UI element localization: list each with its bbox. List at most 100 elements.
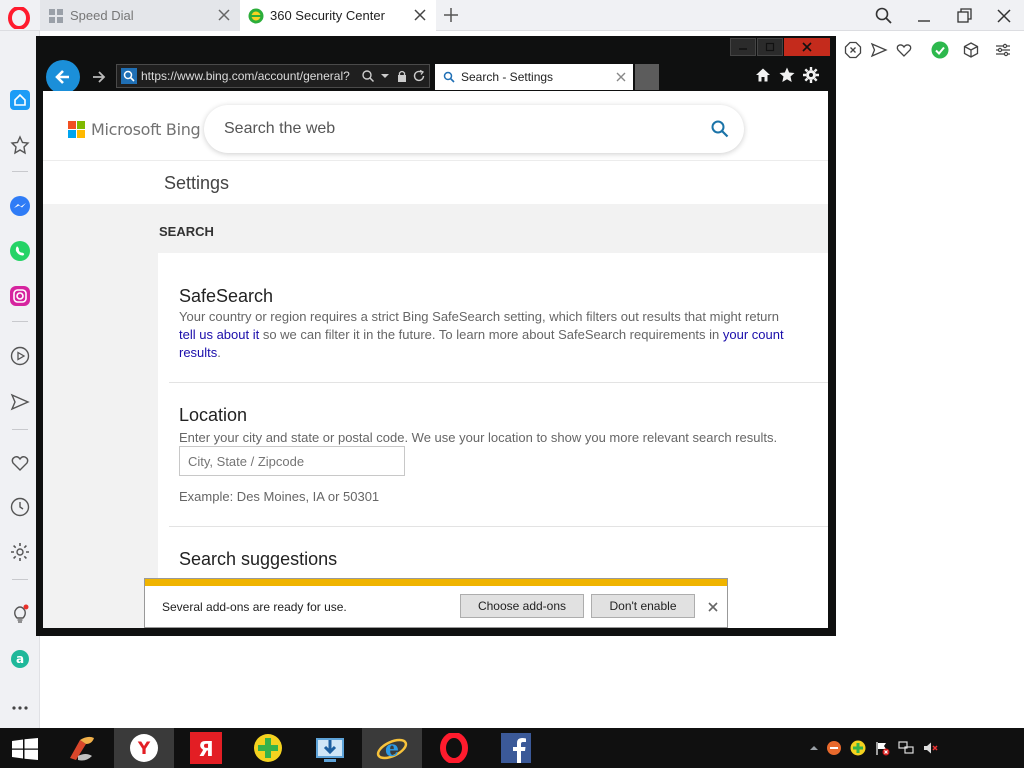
location-description: Enter your city and state or postal code… xyxy=(179,430,778,445)
tell-us-link[interactable]: tell us about it xyxy=(179,327,259,342)
history-clock-icon[interactable] xyxy=(9,496,31,518)
taskbar-downloader[interactable] xyxy=(300,728,360,768)
tab-360-security-center[interactable]: 360 Security Center xyxy=(240,0,436,31)
messenger-icon[interactable] xyxy=(9,195,31,217)
close-icon[interactable] xyxy=(707,601,719,613)
internet-explorer-icon: e xyxy=(376,736,408,762)
close-window-icon[interactable] xyxy=(994,6,1014,26)
favorites-star-icon[interactable] xyxy=(778,66,796,84)
logo-text: Microsoft Bing xyxy=(91,120,201,139)
lightbulb-icon[interactable] xyxy=(9,603,31,625)
360-security-icon xyxy=(254,734,282,762)
heart-pinboard-icon[interactable] xyxy=(9,452,31,474)
action-center-flag-icon[interactable] xyxy=(874,740,890,756)
tray-360-icon[interactable] xyxy=(850,740,866,756)
taskbar-opera[interactable] xyxy=(424,728,484,768)
opera-logo-icon[interactable] xyxy=(8,7,30,29)
sidebar-divider xyxy=(12,171,28,172)
results-link[interactable]: results xyxy=(179,345,217,360)
cube-extension-icon[interactable] xyxy=(962,41,980,59)
safesearch-line1: Your country or region requires a strict… xyxy=(179,309,779,324)
taskbar-360-security[interactable] xyxy=(238,728,298,768)
green-check-icon[interactable] xyxy=(931,41,949,59)
ie-toolbar-icons xyxy=(754,66,820,84)
lock-icon[interactable] xyxy=(395,69,409,83)
refresh-icon[interactable] xyxy=(412,69,426,83)
svg-text:Y: Y xyxy=(137,739,151,759)
search-icon[interactable] xyxy=(361,69,375,83)
new-tab-plus-icon[interactable] xyxy=(442,6,460,24)
ie-tab-search-settings[interactable]: Search - Settings xyxy=(435,64,633,90)
minimize-icon[interactable] xyxy=(914,6,934,26)
dropdown-icon[interactable] xyxy=(378,69,392,83)
send-icon[interactable] xyxy=(870,41,888,59)
location-input[interactable] xyxy=(179,446,405,476)
search-icon[interactable] xyxy=(710,119,730,139)
close-tab-icon[interactable] xyxy=(615,71,627,83)
tab-speed-dial[interactable]: Speed Dial xyxy=(40,0,240,31)
player-icon[interactable] xyxy=(9,345,31,367)
volume-muted-icon[interactable] xyxy=(922,740,938,756)
taskbar-internet-explorer[interactable]: e xyxy=(362,728,422,768)
more-dots-icon[interactable] xyxy=(9,697,31,719)
minimize-icon xyxy=(739,48,747,50)
adblock-icon[interactable] xyxy=(844,41,862,59)
search-suggestions-title: Search suggestions xyxy=(179,549,338,569)
close-tab-icon[interactable] xyxy=(216,7,232,23)
tools-gear-icon[interactable] xyxy=(802,66,820,84)
bookmarks-star-icon[interactable] xyxy=(9,134,31,156)
tray-stop-icon[interactable] xyxy=(826,740,842,756)
address-url[interactable]: https://www.bing.com/account/general? xyxy=(141,69,361,83)
extensions-bar xyxy=(836,31,1024,69)
svg-text:Я: Я xyxy=(198,737,213,761)
send-flow-icon[interactable] xyxy=(9,391,31,413)
notification-message: Several add-ons are ready for use. xyxy=(162,600,347,614)
addons-notification-bar: Several add-ons are ready for use. Choos… xyxy=(144,578,728,628)
home-icon[interactable] xyxy=(754,66,772,84)
svg-text:e: e xyxy=(385,736,399,762)
taskbar-ccleaner[interactable] xyxy=(52,728,112,768)
restore-icon[interactable] xyxy=(954,6,974,26)
search-input[interactable] xyxy=(224,105,684,153)
choose-addons-button[interactable]: Choose add-ons xyxy=(460,594,584,618)
search-icon xyxy=(443,71,455,83)
taskbar-facebook[interactable] xyxy=(486,728,546,768)
heart-icon[interactable] xyxy=(895,41,913,59)
sidebar-divider xyxy=(12,579,28,580)
windows-taskbar: Y Я e xyxy=(0,728,1024,768)
dont-enable-button[interactable]: Don't enable xyxy=(591,594,695,618)
show-hidden-icons-icon[interactable] xyxy=(806,740,822,756)
yandex-browser-icon: Y xyxy=(130,734,158,762)
home-icon[interactable] xyxy=(9,89,31,111)
ccleaner-icon xyxy=(70,736,94,761)
ie-maximize-button[interactable] xyxy=(757,38,783,56)
back-button[interactable] xyxy=(46,60,80,94)
tab-title: Speed Dial xyxy=(70,8,134,23)
whatsapp-icon[interactable] xyxy=(9,240,31,262)
taskbar-yandex-browser[interactable]: Y xyxy=(114,728,174,768)
settings-bar: Settings xyxy=(43,162,828,204)
taskbar-yandex[interactable]: Я xyxy=(176,728,236,768)
ie-minimize-button[interactable] xyxy=(730,38,756,56)
settings-gear-icon[interactable] xyxy=(9,541,31,563)
page-viewport: Microsoft Bing Settings SEARCH SafeSearc… xyxy=(43,91,828,628)
search-tabs-icon[interactable] xyxy=(874,6,894,26)
your-country-link[interactable]: your count xyxy=(723,327,784,342)
bing-logo[interactable]: Microsoft Bing xyxy=(68,120,201,139)
windows-start-icon[interactable] xyxy=(12,738,38,760)
forward-arrow-icon[interactable] xyxy=(90,68,108,86)
ie-caption-buttons xyxy=(730,38,831,58)
close-tab-icon[interactable] xyxy=(412,7,428,23)
instagram-icon[interactable] xyxy=(9,285,31,307)
search-settings-card: SafeSearch Your country or region requir… xyxy=(158,253,828,628)
maximize-icon xyxy=(765,42,775,52)
aria-icon[interactable]: a xyxy=(9,648,31,670)
ie-new-tab-button[interactable] xyxy=(635,64,659,90)
easy-setup-icon[interactable] xyxy=(994,41,1012,59)
ie-close-button[interactable] xyxy=(784,38,830,56)
bing-search-box xyxy=(204,105,744,153)
address-bar[interactable]: https://www.bing.com/account/general? xyxy=(116,64,430,88)
ie-navigation-bar: https://www.bing.com/account/general? Se… xyxy=(36,58,836,94)
settings-body: SEARCH SafeSearch Your country or region… xyxy=(43,204,828,628)
network-icon[interactable] xyxy=(898,740,914,756)
